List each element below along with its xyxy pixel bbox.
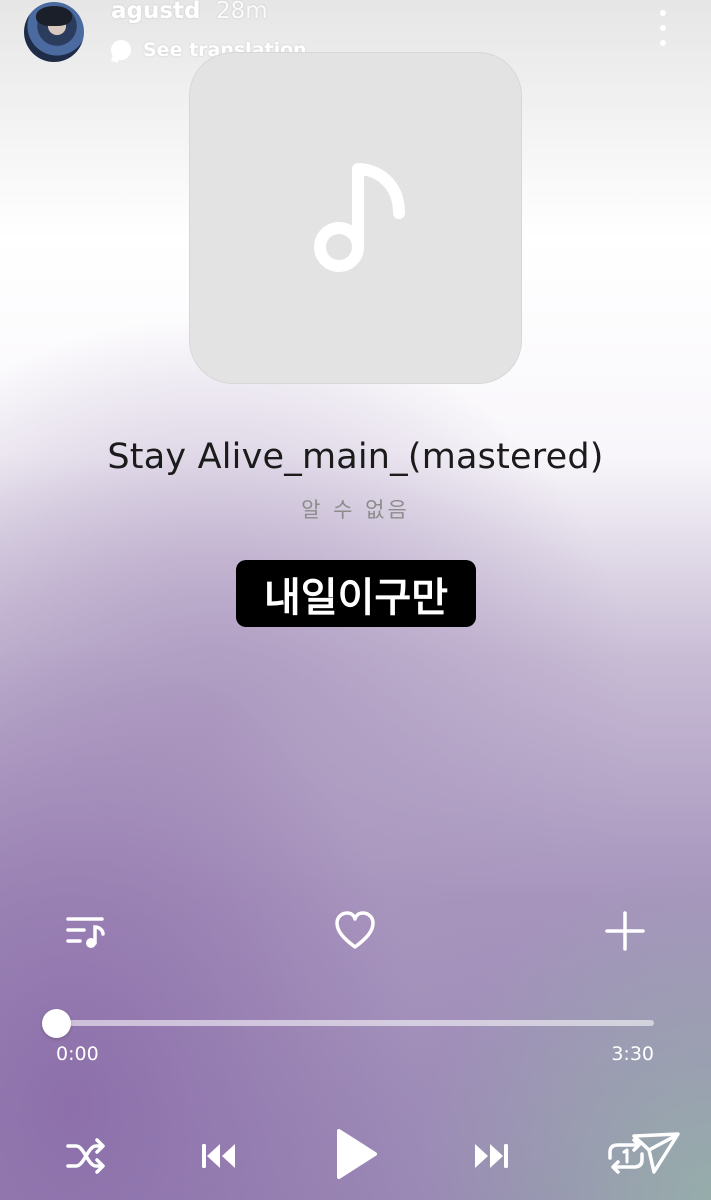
username[interactable]: agustd <box>111 0 201 24</box>
more-vertical-icon[interactable] <box>655 10 671 46</box>
text-sticker: 내일이구만 <box>236 560 476 627</box>
avatar[interactable] <box>24 2 84 62</box>
play-icon[interactable] <box>333 1127 379 1181</box>
send-icon[interactable] <box>630 1128 682 1176</box>
plus-icon[interactable] <box>603 909 647 953</box>
playlist-icon[interactable] <box>64 909 108 953</box>
time-ago: 28m <box>216 0 268 24</box>
album-artwork <box>189 52 522 384</box>
progress-thumb[interactable] <box>41 1009 71 1038</box>
progress-track[interactable] <box>56 1020 654 1026</box>
duration: 3:30 <box>611 1043 654 1065</box>
shuffle-icon[interactable] <box>64 1134 108 1178</box>
track-title: Stay Alive_main_(mastered) <box>107 437 604 477</box>
previous-icon[interactable] <box>198 1134 242 1178</box>
current-time: 0:00 <box>56 1043 99 1065</box>
speech-bubble-icon <box>111 40 131 60</box>
music-note-icon <box>314 163 405 272</box>
artist-name: 알 수 없음 <box>301 498 410 522</box>
next-icon[interactable] <box>468 1134 512 1178</box>
heart-icon[interactable] <box>333 909 377 953</box>
